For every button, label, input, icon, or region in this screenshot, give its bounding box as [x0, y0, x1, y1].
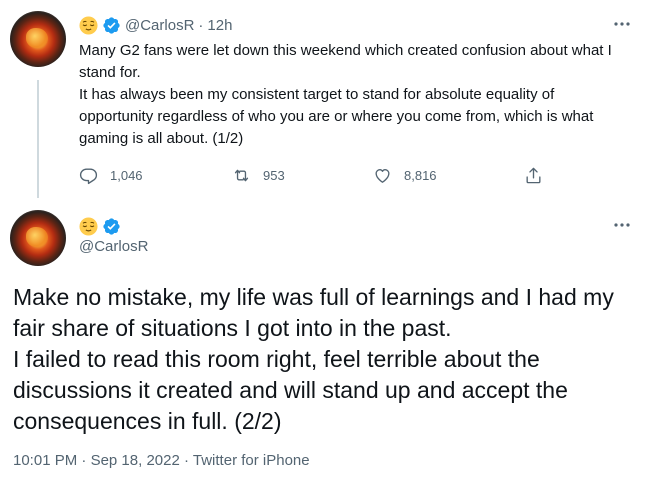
tweet-source[interactable]: Twitter for iPhone [193, 452, 310, 469]
retweet-count: 953 [263, 167, 285, 183]
tweet-1-line-2: It has always been my consistent target … [79, 86, 594, 147]
tweet-2-header [79, 215, 125, 237]
tweet-2-text: Make no mistake, my life was full of lea… [13, 282, 638, 437]
more-options-icon[interactable] [612, 14, 632, 34]
avatar[interactable] [10, 210, 66, 266]
tweet-2-metadata: 10:01 PM · Sep 18, 2022 · Twitter for iP… [13, 452, 310, 469]
tweet-2-line-1: Make no mistake, my life was full of lea… [13, 284, 614, 341]
tweet-time[interactable]: 10:01 PM [13, 452, 77, 469]
relieved-face-emoji-icon [79, 216, 98, 236]
tweet-timestamp[interactable]: 12h [207, 17, 232, 34]
share-icon [526, 167, 541, 183]
reply-count: 1,046 [110, 167, 143, 183]
thread-connector-line [37, 80, 39, 198]
tweet-1-text: Many G2 fans were let down this weekend … [79, 40, 629, 150]
like-count: 8,816 [404, 167, 437, 183]
tweet-date[interactable]: Sep 18, 2022 [91, 452, 180, 469]
reply-icon [79, 167, 98, 184]
relieved-face-emoji-icon [79, 15, 98, 35]
separator: · [198, 16, 204, 34]
separator: · [81, 452, 87, 469]
user-handle[interactable]: @CarlosR [125, 17, 194, 34]
retweet-icon [234, 169, 249, 181]
reply-button[interactable]: 1,046 [79, 164, 143, 186]
heart-icon [375, 168, 390, 183]
retweet-button[interactable]: 953 [232, 164, 285, 186]
tweet-1-actions: 1,046 953 8,816 [79, 164, 549, 186]
user-handle[interactable]: @CarlosR [79, 238, 148, 255]
like-button[interactable]: 8,816 [373, 164, 437, 186]
avatar[interactable] [10, 11, 66, 67]
share-button[interactable] [524, 164, 555, 186]
tweet-1-header: @CarlosR · 12h [79, 14, 232, 36]
tweet-1[interactable]: @CarlosR · 12h Many G2 fans were let dow… [0, 0, 648, 205]
separator: · [183, 452, 189, 469]
verified-badge-icon [102, 217, 121, 236]
more-options-icon[interactable] [612, 215, 632, 235]
tweet-2-line-2: I failed to read this room right, feel t… [13, 346, 568, 434]
verified-badge-icon [102, 16, 121, 35]
tweet-1-line-1: Many G2 fans were let down this weekend … [79, 42, 612, 81]
